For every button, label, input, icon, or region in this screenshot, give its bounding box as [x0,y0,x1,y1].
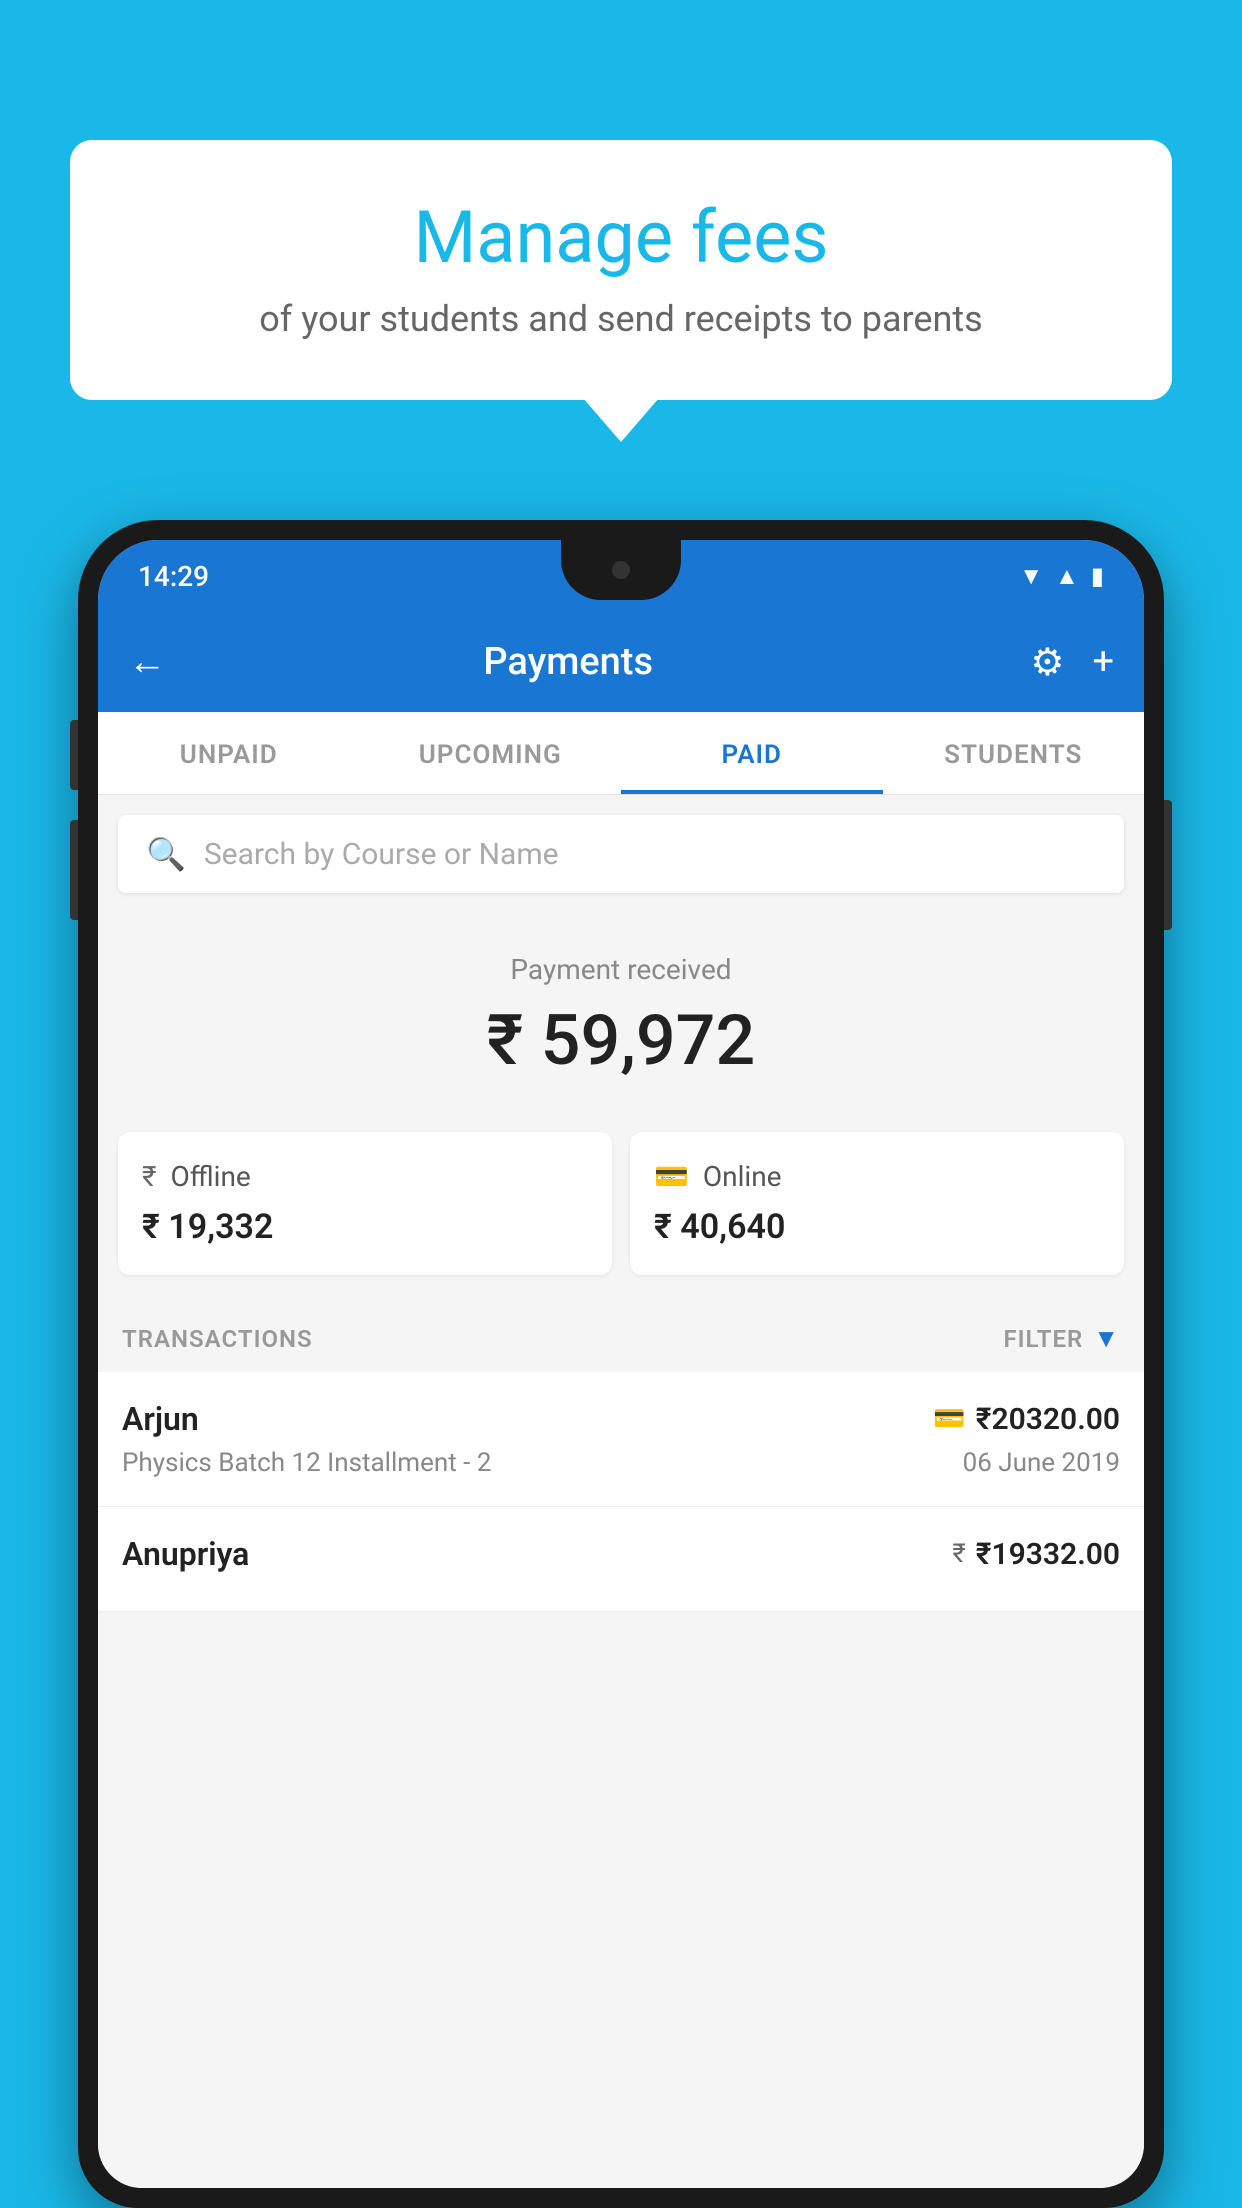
payment-received-amount: ₹ 59,972 [118,1000,1124,1082]
battery-icon: ▮ [1091,562,1104,590]
app-bar-actions: ⚙ + [1030,640,1114,685]
tab-upcoming[interactable]: UPCOMING [360,712,622,794]
offline-card-header: ₹ Offline [142,1160,588,1193]
tab-unpaid[interactable]: UNPAID [98,712,360,794]
status-time: 14:29 [138,560,209,593]
phone-button-left2 [70,820,78,920]
transactions-header: TRANSACTIONS FILTER ▼ [98,1305,1144,1372]
online-card: 💳 Online ₹ 40,640 [630,1132,1124,1275]
transaction-row-arjun[interactable]: Arjun 💳 ₹20320.00 Physics Batch 12 Insta… [98,1372,1144,1507]
filter-icon: ▼ [1093,1323,1120,1354]
transaction-top-anupriya: Anupriya ₹ ₹19332.00 [122,1535,1120,1573]
transaction-row-anupriya[interactable]: Anupriya ₹ ₹19332.00 [98,1507,1144,1612]
app-bar-title: Payments [190,640,946,684]
online-card-header: 💳 Online [654,1160,1100,1193]
phone-button-left [70,720,78,790]
add-icon[interactable]: + [1092,640,1114,684]
status-icons: ▼ ▲ ▮ [1019,562,1104,591]
payment-cards: ₹ Offline ₹ 19,332 💳 Online ₹ 40,640 [98,1112,1144,1305]
phone-screen: 14:29 ▼ ▲ ▮ ← Payments ⚙ + [98,540,1144,2188]
online-amount: ₹ 40,640 [654,1207,1100,1247]
transaction-name-anupriya: Anupriya [122,1535,249,1573]
payment-received-label: Payment received [118,953,1124,986]
signal-icon: ▲ [1055,562,1079,591]
settings-icon[interactable]: ⚙ [1030,640,1064,685]
filter-button[interactable]: FILTER ▼ [1003,1323,1120,1354]
offline-card: ₹ Offline ₹ 19,332 [118,1132,612,1275]
speech-bubble-container: Manage fees of your students and send re… [70,140,1172,400]
app-content: 🔍 Search by Course or Name Payment recei… [98,795,1144,2188]
tabs: UNPAID UPCOMING PAID STUDENTS [98,712,1144,795]
app-bar: ← Payments ⚙ + [98,612,1144,712]
transaction-type-icon-arjun: 💳 [933,1404,965,1434]
online-icon: 💳 [654,1160,689,1193]
bubble-title: Manage fees [130,195,1112,280]
transaction-amount-wrap-arjun: 💳 ₹20320.00 [933,1402,1120,1437]
offline-label: Offline [170,1160,250,1193]
status-notch [561,540,681,600]
transaction-amount-anupriya: ₹19332.00 [976,1537,1120,1572]
online-label: Online [703,1160,782,1193]
offline-amount: ₹ 19,332 [142,1207,588,1247]
phone-frame: 14:29 ▼ ▲ ▮ ← Payments ⚙ + [78,520,1164,2208]
status-bar: 14:29 ▼ ▲ ▮ [98,540,1144,612]
transaction-amount-arjun: ₹20320.00 [976,1402,1120,1437]
filter-label: FILTER [1003,1325,1083,1353]
wifi-icon: ▼ [1019,562,1043,591]
transaction-type-icon-anupriya: ₹ [952,1539,965,1569]
search-icon: 🔍 [146,835,186,873]
transaction-amount-wrap-anupriya: ₹ ₹19332.00 [952,1537,1120,1572]
transaction-course-arjun: Physics Batch 12 Installment - 2 [122,1448,491,1478]
search-bar[interactable]: 🔍 Search by Course or Name [118,815,1124,893]
transaction-top-arjun: Arjun 💳 ₹20320.00 [122,1400,1120,1438]
phone-button-right [1164,800,1172,930]
transaction-name-arjun: Arjun [122,1400,199,1438]
camera-dot [612,561,630,579]
tab-students[interactable]: STUDENTS [883,712,1145,794]
transactions-label: TRANSACTIONS [122,1325,313,1353]
payment-received-section: Payment received ₹ 59,972 [98,913,1144,1112]
back-button[interactable]: ← [128,640,166,684]
transaction-date-arjun: 06 June 2019 [963,1448,1120,1478]
phone-inner: 14:29 ▼ ▲ ▮ ← Payments ⚙ + [82,524,1160,2204]
transaction-bottom-arjun: Physics Batch 12 Installment - 2 06 June… [122,1448,1120,1478]
tab-paid[interactable]: PAID [621,712,883,794]
search-placeholder-text: Search by Course or Name [204,837,559,872]
bubble-subtitle: of your students and send receipts to pa… [130,298,1112,340]
speech-bubble: Manage fees of your students and send re… [70,140,1172,400]
offline-icon: ₹ [142,1160,156,1193]
